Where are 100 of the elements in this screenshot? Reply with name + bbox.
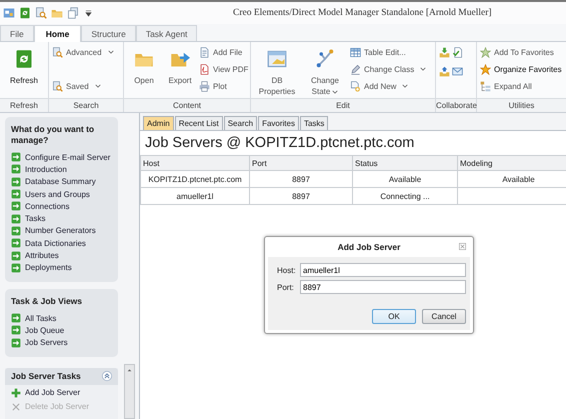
group-label: Content xyxy=(124,98,250,112)
tray-icon xyxy=(439,66,450,77)
column-header[interactable]: Modeling xyxy=(458,156,566,170)
ribbon-button[interactable]: Saved xyxy=(52,79,114,93)
branch-icon xyxy=(315,49,335,69)
cross-icon xyxy=(11,402,21,412)
scrollbar[interactable] xyxy=(124,364,135,419)
document-icon xyxy=(199,46,210,58)
group-label: Search xyxy=(49,98,123,112)
ribbon-button[interactable]: Open xyxy=(127,44,161,96)
ribbon-button[interactable]: Organize Favorites xyxy=(480,62,562,76)
group-label: Refresh xyxy=(0,98,48,112)
scroll-up-icon[interactable] xyxy=(127,368,132,372)
pane-title: What do you want to manage? xyxy=(11,124,96,146)
ribbon-button[interactable]: Change State xyxy=(302,44,348,96)
pane-link[interactable]: Database Summary xyxy=(11,176,112,188)
pane-link[interactable]: All Tasks xyxy=(11,312,112,324)
grid-icon xyxy=(3,7,15,19)
ribbon-button[interactable]: Export xyxy=(163,44,197,96)
ribbon-button[interactable]: Plot xyxy=(199,79,248,93)
arrow-icon xyxy=(11,214,21,224)
ribbon-button[interactable]: Add New xyxy=(350,79,426,93)
collapse-icon[interactable] xyxy=(102,371,112,382)
pane-link[interactable]: Introduction xyxy=(11,163,112,176)
printer-icon xyxy=(199,80,210,92)
ribbon-button[interactable]: View PDF xyxy=(199,62,248,76)
pane-link[interactable]: Connections xyxy=(11,200,112,212)
magnifier-icon xyxy=(52,46,63,58)
caret-icon xyxy=(94,84,101,88)
column-header[interactable]: Port xyxy=(250,156,352,170)
view-tab[interactable]: Recent List xyxy=(174,116,223,130)
arrow-icon xyxy=(11,164,21,174)
ribbon-button[interactable]: Expand All xyxy=(480,79,562,93)
dropdown-icon[interactable] xyxy=(85,10,92,16)
table-cell: 8897 xyxy=(292,192,310,200)
arrow-icon xyxy=(11,152,21,162)
ribbon-button[interactable]: Add File xyxy=(199,45,248,59)
ribbon-button[interactable]: Change Class xyxy=(350,62,426,76)
ribbon-tab[interactable]: Structure xyxy=(81,25,136,41)
document-plus-icon xyxy=(350,80,361,92)
pane-link[interactable]: Add Job Server xyxy=(5,386,118,399)
magnifier-icon xyxy=(52,80,63,92)
view-tab[interactable]: Favorites xyxy=(258,116,299,130)
pane-link[interactable]: Tasks xyxy=(11,212,112,225)
arrow-icon xyxy=(11,338,21,348)
input-field[interactable]: amueller1l xyxy=(300,263,466,277)
pdf-document-icon xyxy=(199,64,210,74)
dialog-button[interactable]: OK xyxy=(372,309,416,324)
arrow-icon xyxy=(11,325,21,336)
view-tab[interactable]: Search xyxy=(224,116,258,130)
view-tab[interactable]: Admin xyxy=(143,116,174,130)
ribbon-button[interactable]: Table Edit... xyxy=(350,45,426,59)
caret-icon xyxy=(332,90,338,94)
field-label: Port: xyxy=(277,282,295,292)
ribbon-button[interactable]: Advanced xyxy=(52,45,114,59)
field-label: Host: xyxy=(277,266,297,274)
page-heading: Job Servers @ KOPITZ1D.ptcnet.ptc.com xyxy=(145,135,416,151)
group-label: Collaborate xyxy=(436,98,476,112)
ribbon-tab[interactable]: Home xyxy=(34,25,82,42)
pane-link[interactable]: Number Generators xyxy=(11,224,112,238)
table-cell: Connecting ... xyxy=(380,192,430,200)
column-header[interactable]: Host xyxy=(140,156,250,170)
column-header[interactable]: Status xyxy=(352,156,458,170)
star-icon xyxy=(480,64,491,74)
pane-link[interactable]: Job Servers xyxy=(11,336,112,349)
input-field[interactable]: 8897 xyxy=(300,280,466,294)
ribbon-button[interactable]: Refresh xyxy=(3,44,45,96)
pane-title: Task & Job Views xyxy=(11,296,84,307)
arrow-icon xyxy=(11,262,21,273)
arrow-icon xyxy=(11,250,21,261)
folder-icon xyxy=(51,7,63,19)
table-icon xyxy=(350,46,361,58)
dialog-title: Add Job Server xyxy=(338,242,400,252)
arrow-icon xyxy=(11,313,21,324)
caret-icon xyxy=(402,84,408,88)
pane-link[interactable]: Users and Groups xyxy=(11,188,112,200)
group-label: Utilities xyxy=(477,98,566,112)
window-icon xyxy=(267,49,287,69)
magnifier-icon xyxy=(35,7,47,19)
pane-link[interactable]: Attributes xyxy=(11,249,112,262)
view-tab[interactable]: Tasks xyxy=(300,116,328,130)
plus-icon xyxy=(11,388,21,398)
ribbon-button[interactable]: Add To Favorites xyxy=(480,45,562,59)
pane-link[interactable]: Configure E-mail Server xyxy=(11,151,112,164)
star-icon xyxy=(480,46,491,58)
envelope-icon xyxy=(452,66,463,77)
pane-title: Job Server Tasks xyxy=(11,371,81,382)
close-icon[interactable] xyxy=(459,243,466,250)
tray-icon xyxy=(439,47,450,58)
pane-link[interactable]: Data Dictionaries xyxy=(11,237,112,250)
ribbon-tab[interactable]: File xyxy=(0,25,34,41)
arrow-icon xyxy=(11,201,21,212)
ribbon-tab[interactable]: Task Agent xyxy=(136,25,198,41)
group-label: Edit xyxy=(251,98,435,112)
dialog-button[interactable]: Cancel xyxy=(422,309,466,324)
table-cell: amueller1l xyxy=(176,192,214,200)
pane-link[interactable]: Job Queue xyxy=(11,324,112,337)
pane-link[interactable]: Deployments xyxy=(11,262,112,274)
table-cell: Available xyxy=(388,174,422,184)
documents-icon xyxy=(67,7,79,19)
